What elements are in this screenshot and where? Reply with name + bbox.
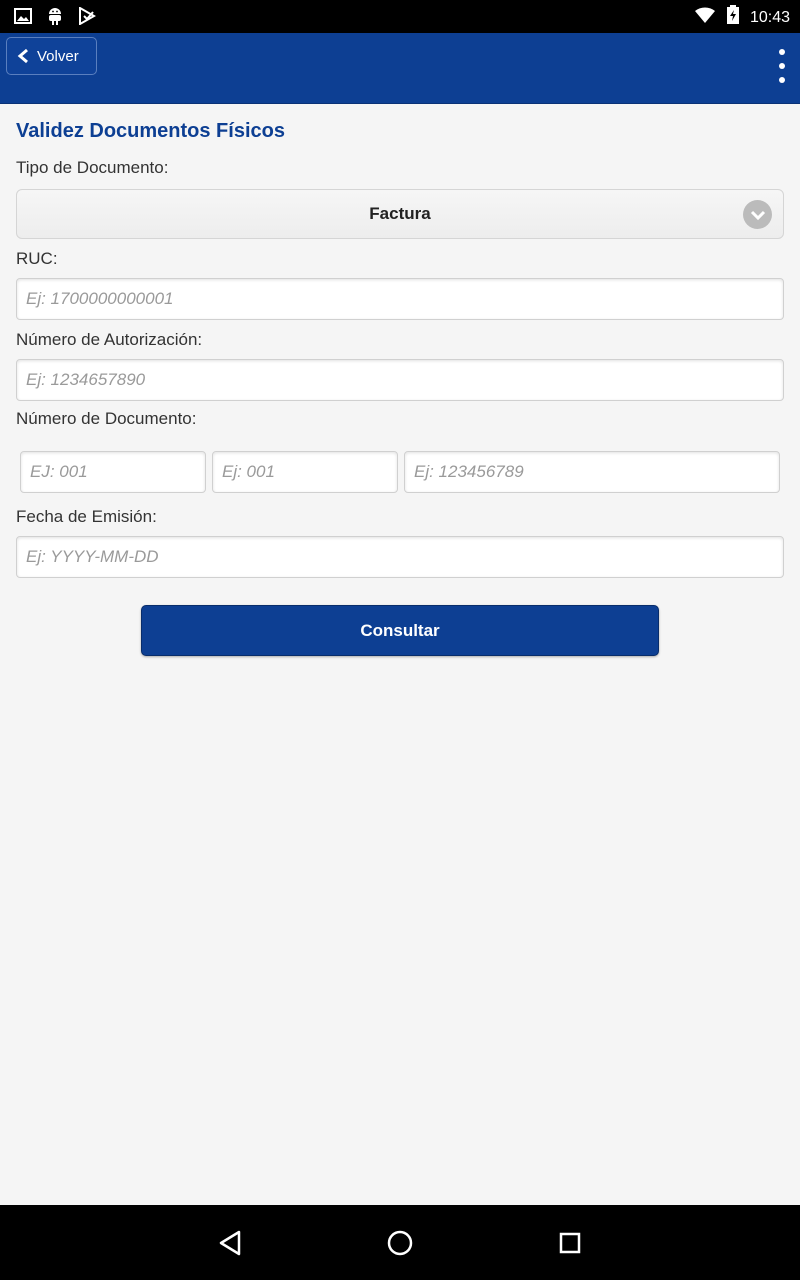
fecha-emision-label: Fecha de Emisión: bbox=[16, 507, 157, 526]
page-title: Validez Documentos Físicos bbox=[16, 120, 285, 142]
tipo-documento-value: Factura bbox=[369, 204, 431, 223]
autorizacion-input[interactable] bbox=[16, 359, 784, 401]
android-icon bbox=[46, 6, 64, 31]
play-store-icon bbox=[78, 6, 97, 30]
punto-emision-input[interactable] bbox=[212, 451, 398, 493]
recents-square-icon[interactable] bbox=[554, 1227, 586, 1259]
battery-charging-icon bbox=[726, 5, 740, 30]
numero-documento-label: Número de Documento: bbox=[16, 409, 197, 428]
establecimiento-input[interactable] bbox=[20, 451, 206, 493]
autorizacion-label: Número de Autorización: bbox=[16, 330, 203, 349]
image-icon bbox=[14, 7, 32, 30]
back-triangle-icon[interactable] bbox=[214, 1227, 246, 1259]
tipo-documento-label: Tipo de Documento: bbox=[16, 158, 169, 177]
fecha-emision-input[interactable] bbox=[16, 536, 784, 578]
status-time: 10:43 bbox=[749, 8, 790, 26]
back-button-label: Volver bbox=[37, 47, 79, 65]
consultar-button[interactable]: Consultar bbox=[141, 605, 659, 656]
status-bar: 10:43 bbox=[0, 0, 800, 33]
system-nav-bar bbox=[0, 1205, 800, 1280]
chevron-down-icon bbox=[743, 200, 772, 229]
back-button[interactable]: Volver bbox=[6, 37, 97, 75]
app-bar: Volver bbox=[0, 33, 800, 104]
ruc-input[interactable] bbox=[16, 278, 784, 320]
ruc-label: RUC: bbox=[16, 249, 58, 268]
tipo-documento-select[interactable]: Factura bbox=[16, 189, 784, 239]
wifi-icon bbox=[694, 6, 716, 29]
home-circle-icon[interactable] bbox=[384, 1227, 416, 1259]
chevron-left-icon bbox=[17, 48, 29, 64]
secuencial-input[interactable] bbox=[404, 451, 780, 493]
overflow-menu-icon[interactable] bbox=[772, 49, 792, 83]
